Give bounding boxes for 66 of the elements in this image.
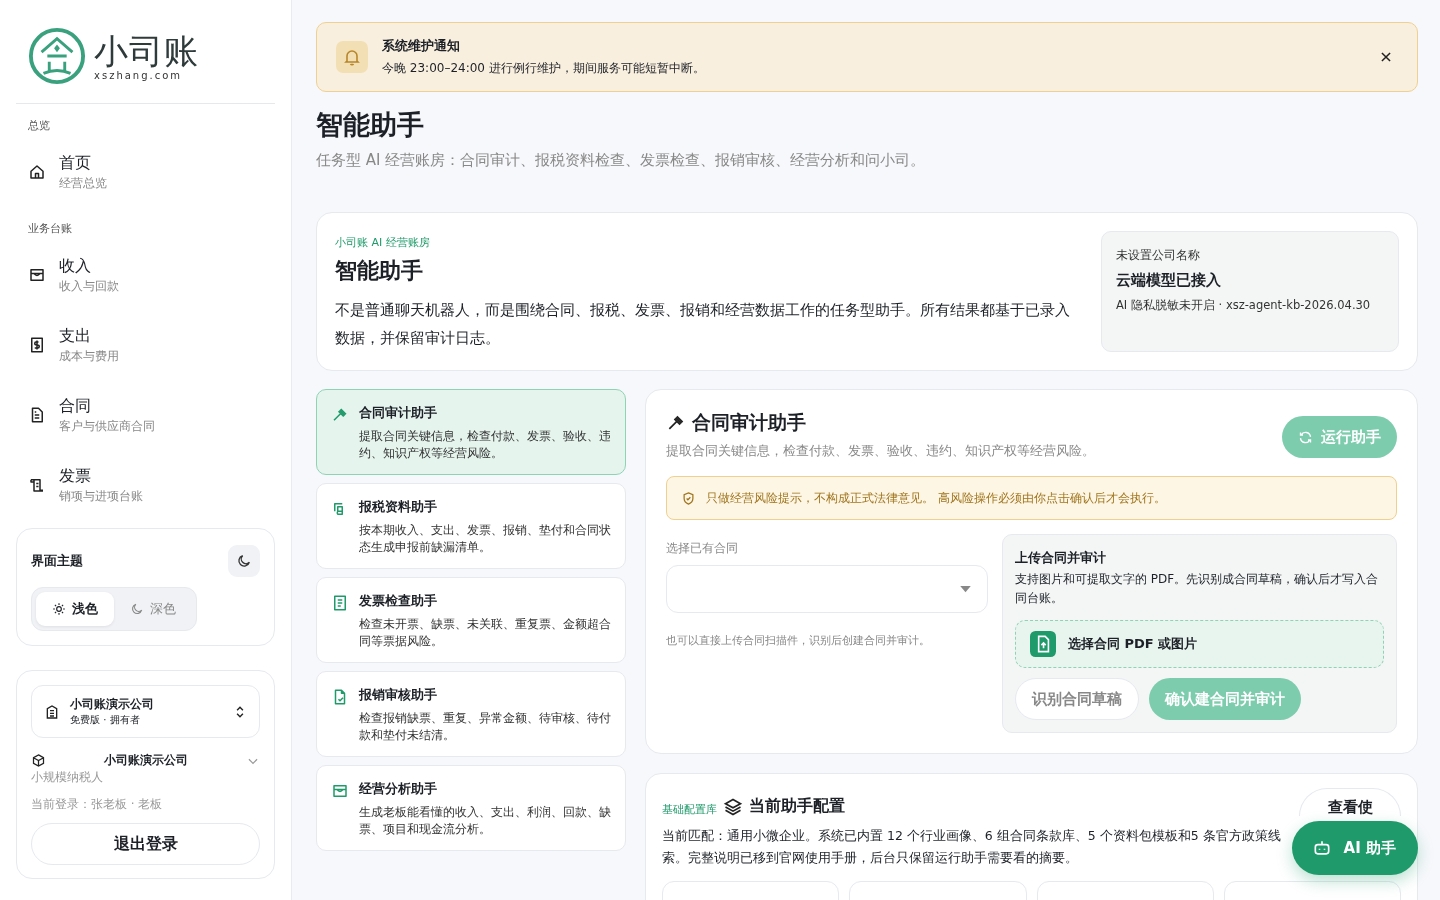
logo-icon <box>28 27 86 85</box>
view-button[interactable]: 查看使 <box>1299 788 1401 816</box>
detail-title: 合同审计助手 <box>692 410 806 435</box>
recognize-draft-button[interactable]: 识别合同草稿 <box>1015 678 1139 720</box>
refresh-icon <box>1298 429 1313 445</box>
building-icon <box>44 703 60 720</box>
inbox-icon <box>331 782 349 800</box>
shield-icon <box>681 490 696 506</box>
file-upload-icon <box>1030 631 1056 657</box>
assistant-card[interactable]: 合同审计助手 提取合同关键信息，检查付款、发票、验收、违约、知识产权等经营风险。 <box>316 389 626 475</box>
inbox-icon <box>28 266 46 284</box>
notice-title: 系统维护通知 <box>382 37 461 55</box>
upload-text: 支持图片和可提取文字的 PDF。先识别成合同草稿，确认后才写入合同台账。 <box>1015 571 1380 607</box>
company-selector[interactable]: 小司账演示公司 免费版 · 拥有者 <box>31 685 260 738</box>
assistant-card[interactable]: 经营分析助手 生成老板能看懂的收入、支出、利润、回款、缺票、项目和现金流分析。 <box>316 765 626 851</box>
login-info: 当前登录：张老板 · 老板 <box>31 796 164 813</box>
scroll-icon <box>28 476 46 494</box>
entity-name: 小司账演示公司 <box>103 752 189 769</box>
theme-toggle-button[interactable] <box>228 545 260 577</box>
upload-hint: 也可以直接上传合同扫描件，识别后创建合同并审计。 <box>666 633 931 648</box>
hero-title: 智能助手 <box>335 257 424 285</box>
assistant-card[interactable]: 发票检查助手 检查未开票、缺票、未关联、重复票、金额超合同等票据风险。 <box>316 577 626 663</box>
config-text: 当前匹配：通用小微企业。系统已内置 12 个行业画像、6 组合同条款库、5 个资料包模板和5 条官方政策线索。完整说明已移到官网使用手册，后台只保留运行助手需要看的摘要。 <box>662 827 1282 867</box>
home-icon <box>28 163 46 181</box>
nav-section-title: 业务台账 <box>27 221 73 237</box>
nav-section-title: 总览 <box>27 118 51 134</box>
bell-icon <box>336 41 368 73</box>
nav-item[interactable]: 合同 客户与供应商合同 <box>16 392 275 438</box>
hero-text: 不是普通聊天机器人，而是围绕合同、报税、发票、报销和经营数据工作的任务型助手。所有结果都基于已录入数据，并保留审计日志。 <box>335 301 1071 348</box>
close-icon[interactable] <box>1379 50 1393 64</box>
config-title: 当前助手配置 <box>749 796 845 817</box>
detail-text: 提取合同关键信息，检查付款、发票、验收、违约、知识产权等经营风险。 <box>666 442 1095 460</box>
page-title: 智能助手 <box>316 108 425 142</box>
theme-option[interactable]: 浅色 <box>36 592 114 626</box>
page-subtitle: 任务型 AI 经营账房：合同审计、报税资料检查、发票检查、报销审核、经营分析和问小司。 <box>316 151 927 170</box>
moon-icon <box>130 602 144 616</box>
logout-button[interactable]: 退出登录 <box>31 823 260 865</box>
ai-assistant-button[interactable]: AI 助手 <box>1291 821 1418 875</box>
theme-title: 界面主题 <box>31 552 83 570</box>
layers-icon <box>723 796 743 817</box>
notice-text: 今晚 23:00–24:00 进行例行维护，期间服务可能短暂中断。 <box>382 60 706 77</box>
assistant-card[interactable]: 报税资料助手 按本期收入、支出、发票、报销、垫付和合同状态生成申报前缺漏清单。 <box>316 483 626 569</box>
model-status-title: 云端模型已接入 <box>1116 271 1222 290</box>
nav-item[interactable]: 发票 销项与进项台账 <box>16 462 275 508</box>
upload-title: 上传合同并审计 <box>1015 549 1107 567</box>
warning-text: 只做经营风险提示，不构成正式法律意见。 高风险操作必须由你点击确认后才会执行。 <box>706 490 1166 506</box>
dropdown-caret-icon <box>960 585 971 593</box>
logo-domain: xszhang.com <box>94 69 184 81</box>
select-label: 选择已有合同 <box>666 540 739 557</box>
entity-type: 小规模纳税人 <box>31 769 104 786</box>
assistant-card[interactable]: 报销审核助手 检查报销缺票、重复、异常金额、待审核、待付款和垫付未结清。 <box>316 671 626 757</box>
doc-icon <box>331 594 349 612</box>
nav-item[interactable]: 首页 经营总览 <box>16 149 275 195</box>
receipt-icon <box>28 336 46 354</box>
moon-icon <box>236 553 252 569</box>
nav-item[interactable]: 收入 收入与回款 <box>16 252 275 298</box>
sun-icon <box>52 602 66 616</box>
logo-name: 小司账 <box>94 31 199 70</box>
hero-eyebrow: 小司账 AI 经营账房 <box>335 235 431 250</box>
model-status-detail: AI 隐私脱敏未开启 · xsz-agent-kb-2026.04.30 <box>1116 297 1372 314</box>
config-tag: 基础配置库 <box>662 802 717 817</box>
cube-icon <box>31 753 46 768</box>
nav-item[interactable]: 支出 成本与费用 <box>16 322 275 368</box>
company-name-status: 未设置公司名称 <box>1116 248 1201 263</box>
gavel-icon <box>331 406 349 424</box>
file-pick-button[interactable]: 选择合同 PDF 或图片 <box>1015 620 1384 668</box>
